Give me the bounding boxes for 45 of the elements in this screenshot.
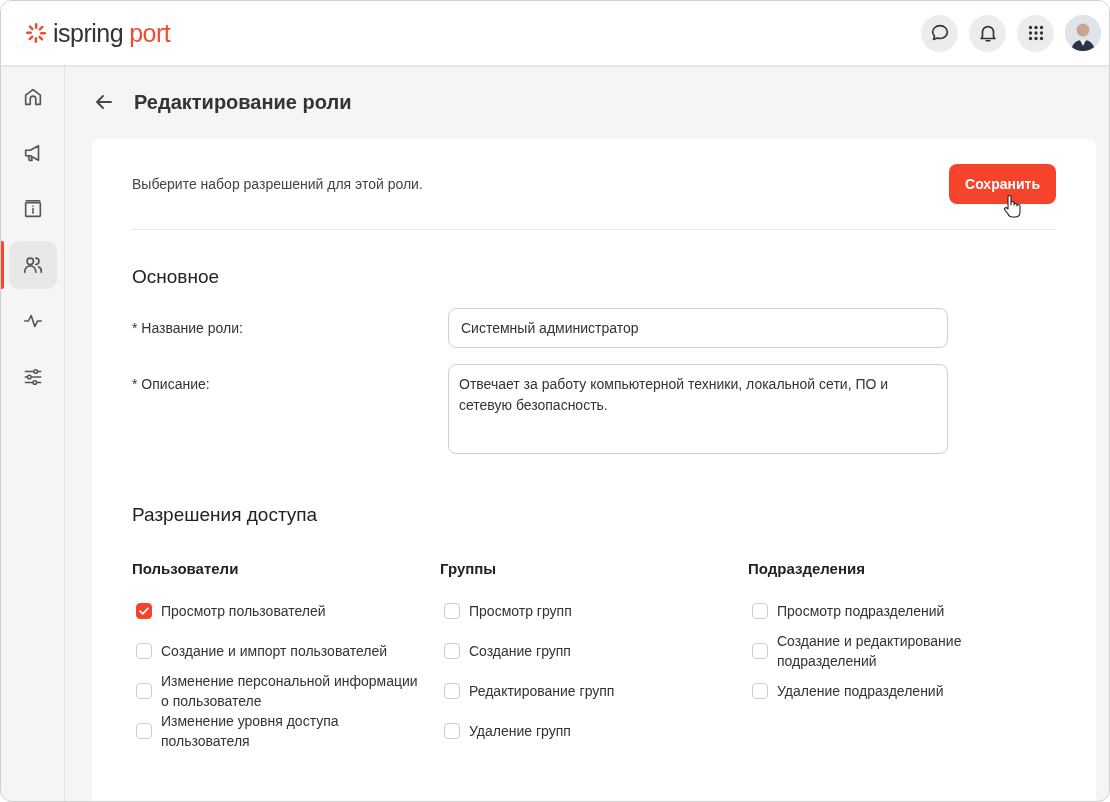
- permission-label: Изменение уровня доступа пользователя: [161, 712, 340, 751]
- logo-product: port: [129, 18, 171, 48]
- permission-label: Создание и импорт пользователей: [161, 642, 388, 661]
- permission-label: Изменение персональной информации о пользователе: [161, 672, 419, 711]
- checkbox[interactable]: [752, 683, 768, 699]
- permission-label: Редактирование групп: [469, 682, 615, 701]
- permission-label: Создание групп: [469, 642, 571, 661]
- hand-cursor-icon: [1003, 194, 1022, 218]
- checkbox[interactable]: [136, 643, 152, 659]
- active-indicator: [1, 241, 4, 289]
- users-icon: [21, 254, 44, 276]
- check-icon: [138, 605, 150, 617]
- permission-label: Создание и редактирование подразделений: [777, 632, 963, 671]
- group-title: Подразделения: [748, 560, 866, 577]
- name-field[interactable]: Системный администратор: [448, 308, 948, 348]
- page-title: Редактирование роли: [134, 90, 352, 114]
- permission-label: Удаление групп: [469, 722, 571, 741]
- permission-label: Просмотр подразделений: [777, 602, 945, 621]
- permission-label: Просмотр пользователей: [161, 602, 326, 621]
- checkbox[interactable]: [444, 643, 460, 659]
- logo-name: ispring: [53, 18, 124, 48]
- checkbox[interactable]: [444, 603, 460, 619]
- checkbox[interactable]: [136, 603, 152, 619]
- checkbox[interactable]: [444, 723, 460, 739]
- checkbox[interactable]: [752, 603, 768, 619]
- avatar[interactable]: [1065, 15, 1101, 51]
- permission-label: Удаление подразделений: [777, 682, 944, 701]
- checkbox[interactable]: [136, 723, 152, 739]
- logo-icon: [25, 22, 47, 44]
- field-label: * Описание:: [132, 375, 211, 392]
- checkbox[interactable]: [444, 683, 460, 699]
- field-label: * Название роли:: [132, 319, 244, 336]
- group-title: Пользователи: [132, 560, 240, 577]
- section-title: Разрешения доступа: [132, 504, 319, 526]
- chat-button[interactable]: [921, 14, 958, 52]
- description-field[interactable]: Отвечает за работу компьютерной техники, локальной сети, ПО и сетевую безопасность.: [448, 364, 948, 454]
- back-button[interactable]: [94, 92, 114, 112]
- group-title: Группы: [440, 560, 498, 577]
- intro-text: Выберите набор разрешений для этой роли.: [132, 176, 423, 192]
- checkbox[interactable]: [136, 683, 152, 699]
- section-title: Основное: [132, 266, 221, 288]
- apps-button[interactable]: [1017, 14, 1054, 52]
- permission-label: Просмотр групп: [469, 602, 572, 621]
- bell-button[interactable]: [969, 14, 1006, 52]
- checkbox[interactable]: [752, 643, 768, 659]
